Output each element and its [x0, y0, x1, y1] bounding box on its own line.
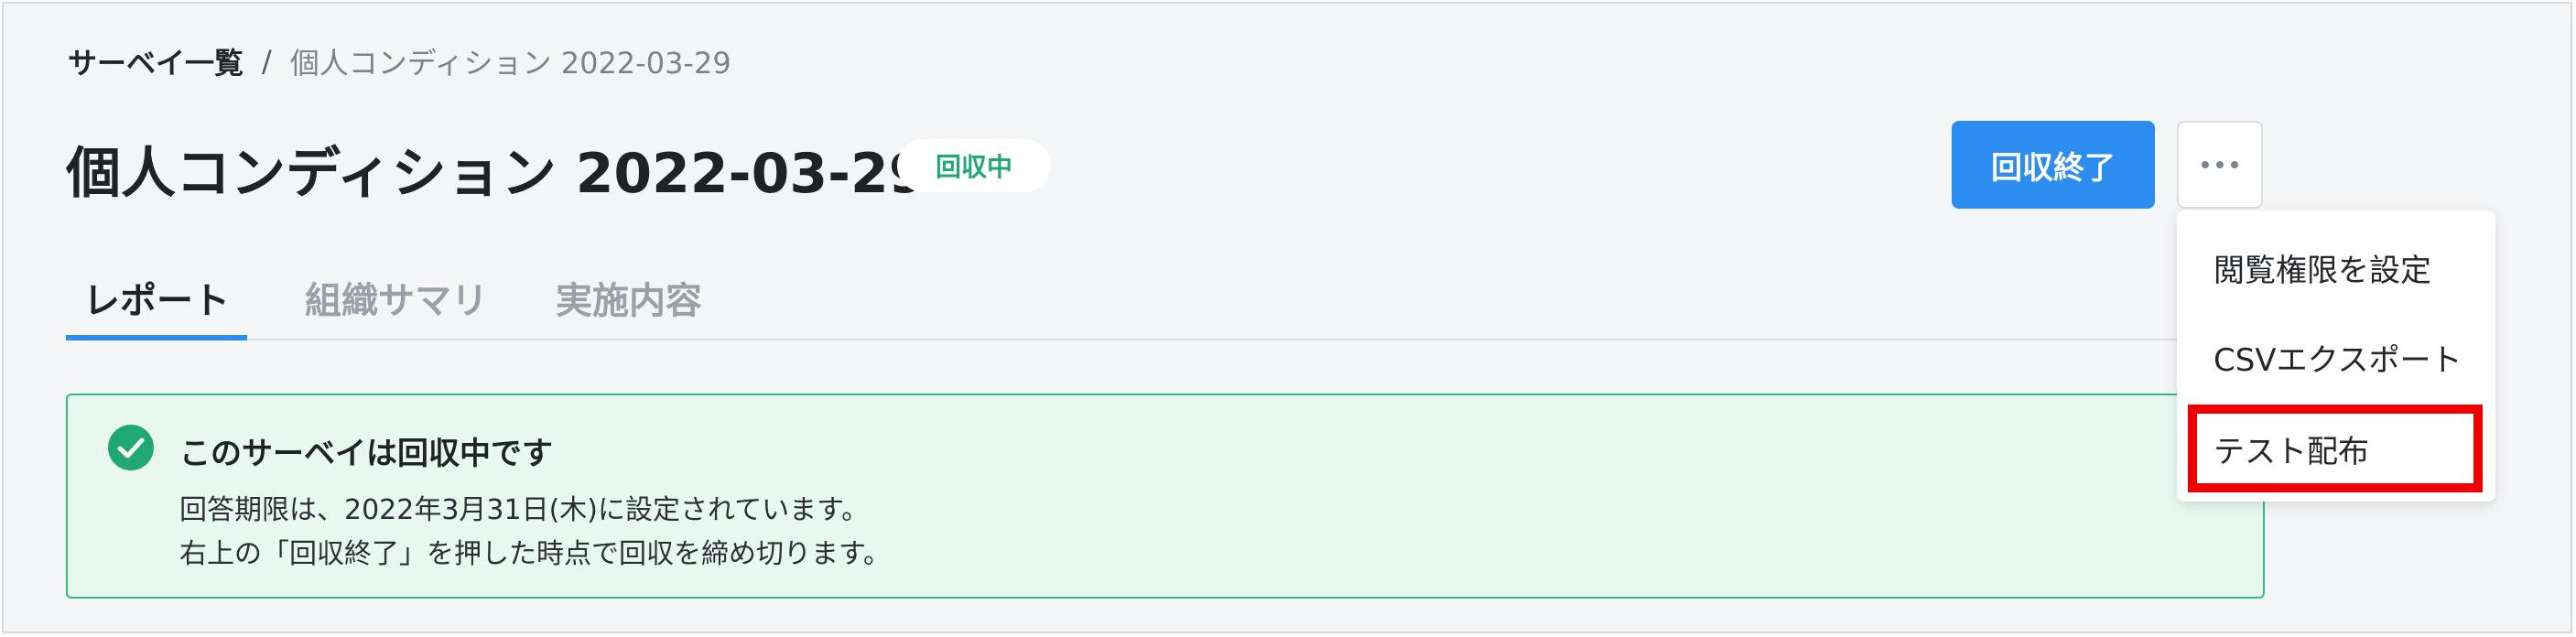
alert-instruction-text: 右上の「回収終了」を押した時点で回収を締め切ります。 — [179, 538, 891, 570]
tab-org-summary[interactable]: 組織サマリ — [300, 256, 492, 339]
tab-report[interactable]: レポート — [66, 256, 247, 340]
breadcrumb-separator: / — [262, 44, 272, 79]
tab-bar: レポート 組織サマリ 実施内容 — [66, 256, 2263, 340]
page-title: 個人コンディション 2022-03-29 — [66, 141, 927, 206]
breadcrumb-current: 個人コンディション 2022-03-29 — [289, 46, 731, 81]
alert-deadline-text: 回答期限は、2022年3月31日(木)に設定されています。 — [179, 494, 870, 526]
menu-item-csv-export[interactable]: CSVエクスポート — [2213, 329, 2462, 384]
check-circle-icon — [108, 425, 154, 470]
end-collection-button[interactable]: 回収終了 — [1952, 121, 2155, 209]
breadcrumb-survey-list-link[interactable]: サーベイ一覧 — [68, 40, 244, 82]
menu-item-test-distribution[interactable]: テスト配布 — [2213, 421, 2369, 476]
tab-implementation[interactable]: 実施内容 — [551, 256, 707, 339]
status-badge: 回収中 — [897, 139, 1051, 192]
breadcrumb: サーベイ一覧 / 個人コンディション 2022-03-29 — [68, 40, 731, 82]
alert-title: このサーベイは回収中です — [179, 436, 553, 472]
more-horizontal-icon — [2202, 161, 2238, 168]
collection-status-alert: このサーベイは回収中です 回答期限は、2022年3月31日(木)に設定されていま… — [66, 394, 2265, 599]
page-frame: サーベイ一覧 / 個人コンディション 2022-03-29 個人コンディション … — [2, 2, 2572, 633]
more-options-button[interactable] — [2177, 121, 2263, 209]
more-options-menu: 閲覧権限を設定 CSVエクスポート テスト配布 — [2177, 211, 2495, 502]
menu-item-set-view-permission[interactable]: 閲覧権限を設定 — [2213, 240, 2431, 295]
